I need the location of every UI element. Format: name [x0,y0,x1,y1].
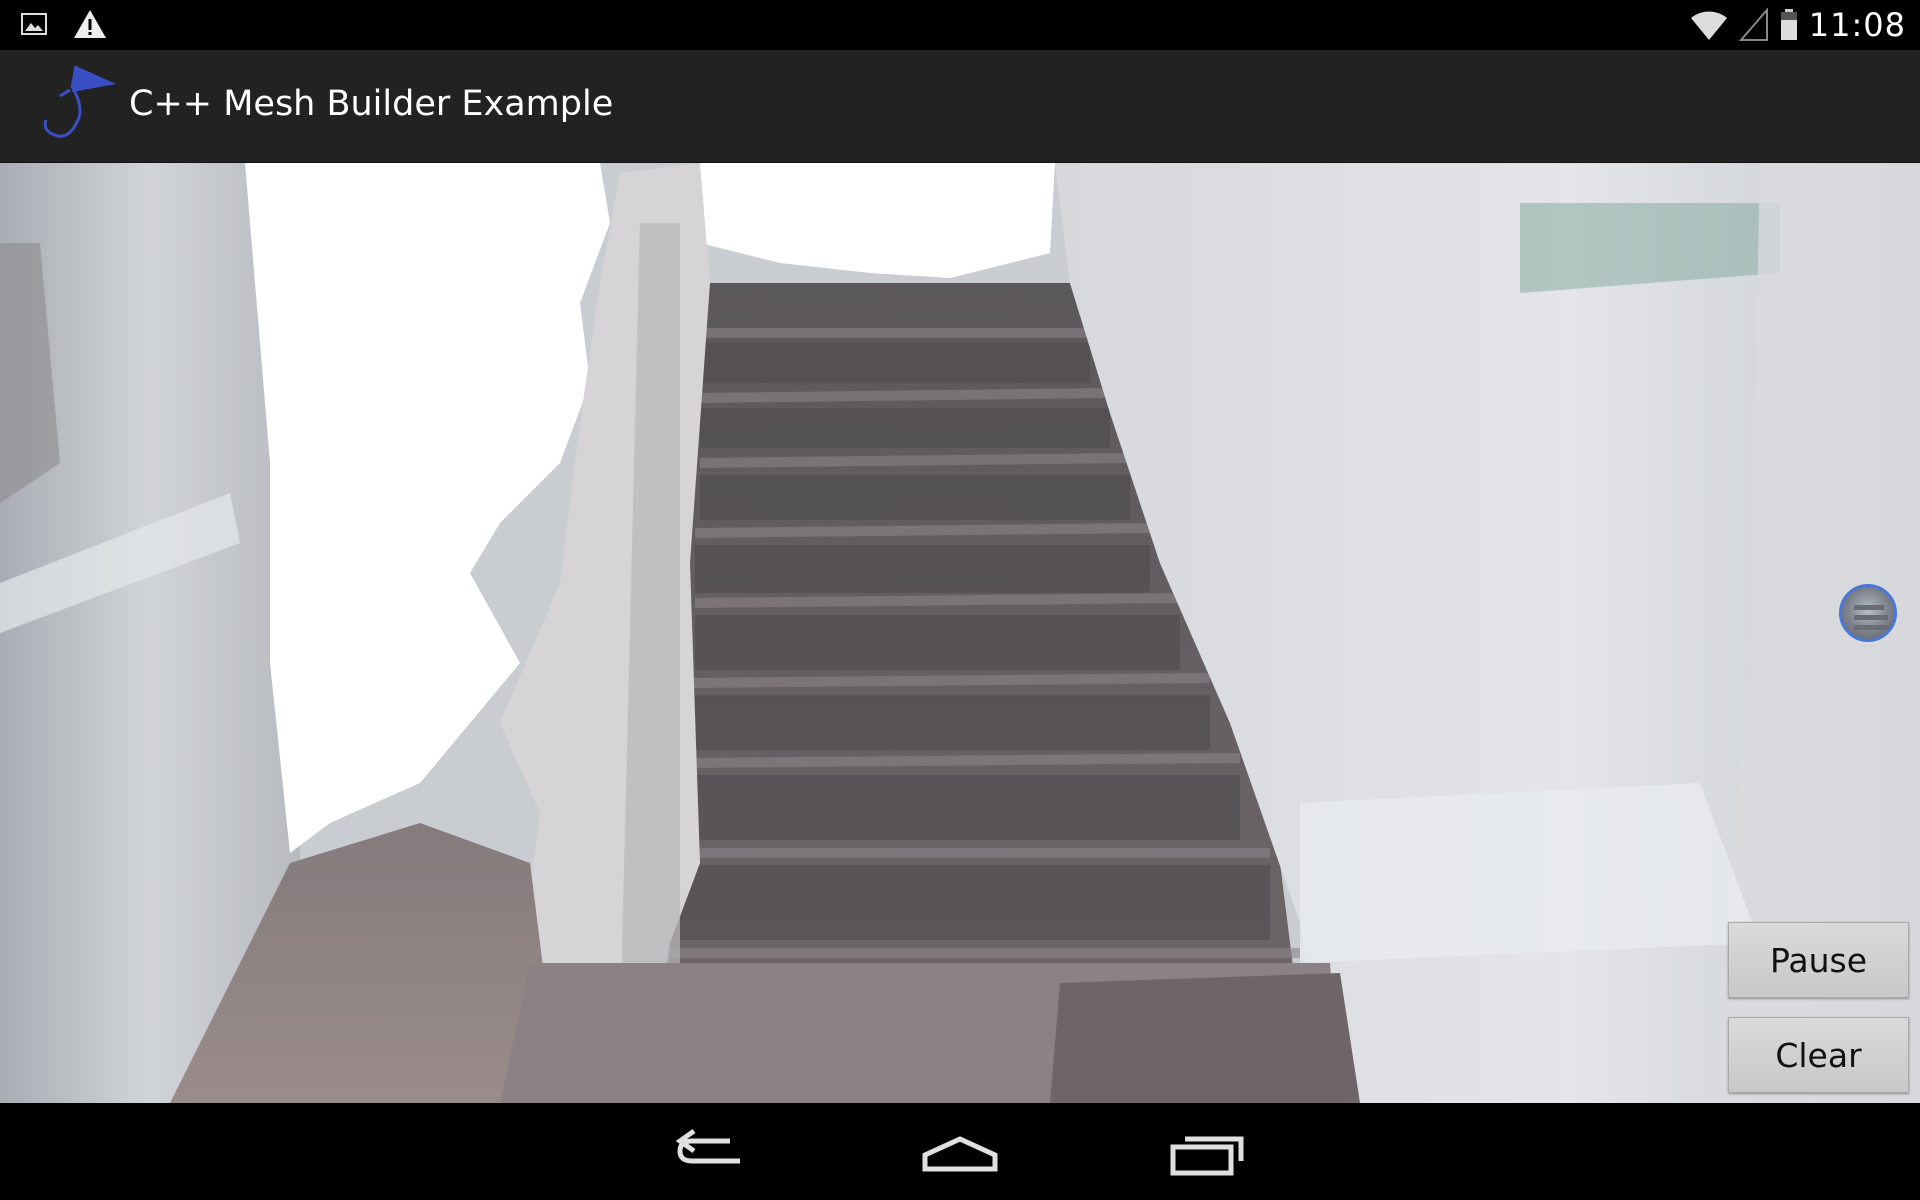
status-time: 11:08 [1808,6,1906,44]
recent-apps-icon[interactable] [1165,1123,1255,1183]
cell-signal-icon [1738,8,1768,41]
wifi-icon [1690,11,1727,40]
back-icon[interactable] [670,1123,760,1183]
app-title: C++ Mesh Builder Example [129,84,614,124]
status-left-icons [20,8,108,40]
home-icon[interactable] [915,1123,1005,1183]
action-bar: C++ Mesh Builder Example [0,50,1920,164]
clear-button[interactable]: Clear [1728,1017,1909,1093]
camera-preview-thumbnail[interactable] [1839,584,1897,642]
navigation-bar [0,1103,1920,1200]
status-bar: 11:08 [0,0,1920,50]
status-right: 11:08 [1689,6,1906,44]
battery-icon [1780,9,1797,40]
tango-kite-flag-icon[interactable] [24,58,124,158]
warning-icon [74,10,106,38]
image-notification-icon [21,13,47,35]
mesh-viewport[interactable]: Pause Clear [0,163,1920,1103]
pause-button[interactable]: Pause [1728,922,1909,998]
mesh-render [0,163,1920,1103]
